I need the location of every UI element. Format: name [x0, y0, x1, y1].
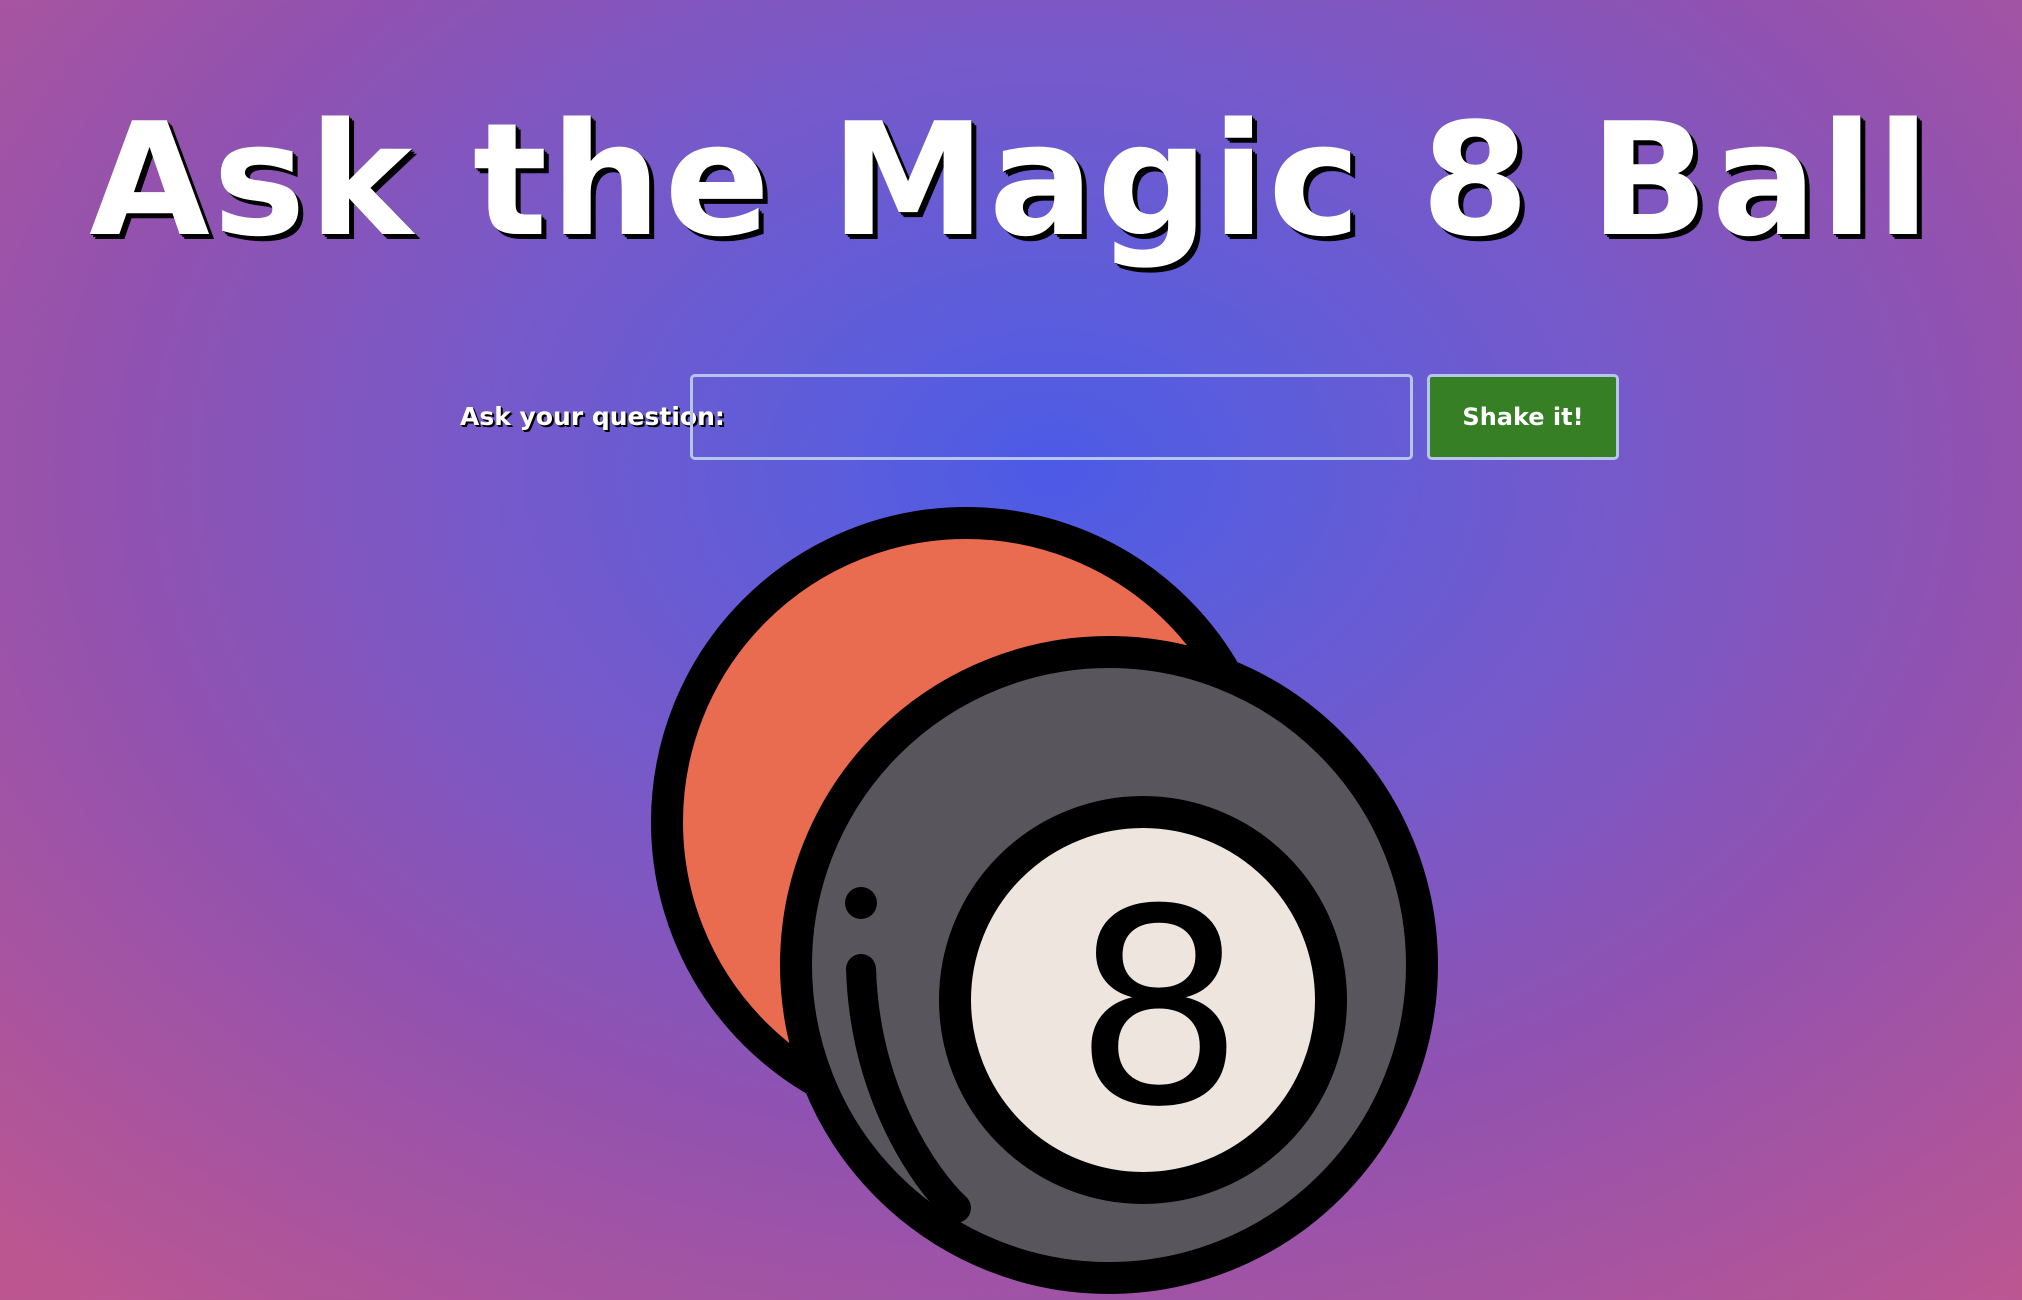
question-label: Ask your question: [460, 402, 725, 431]
page-title: Ask the Magic 8 Ball [89, 89, 1933, 271]
ball-number: 8 [1073, 851, 1245, 1166]
magic-8-ball-icon: 8 [651, 507, 1438, 1294]
question-input[interactable] [690, 374, 1413, 460]
shake-button[interactable]: Shake it! [1427, 374, 1619, 460]
question-form: Ask your question: Shake it! [459, 374, 1619, 461]
